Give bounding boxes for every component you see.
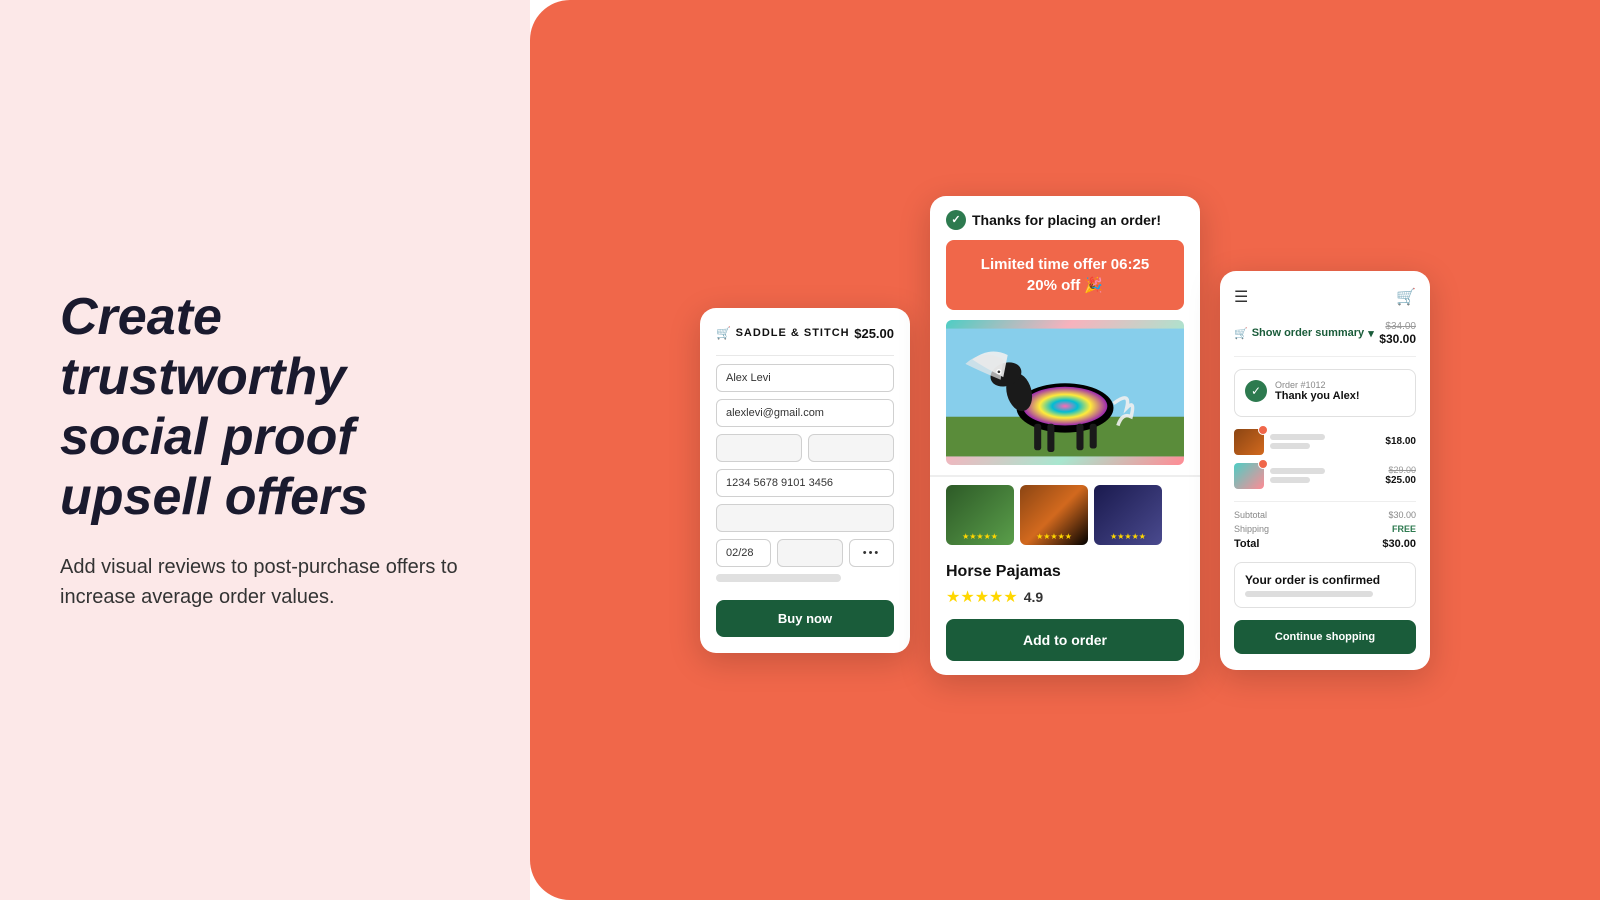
- card2-bottom: Horse Pajamas ★★★★★ 4.9 Add to order: [930, 553, 1200, 675]
- item2-bar1: [1270, 468, 1325, 474]
- check-circle-icon: ✓: [946, 210, 966, 230]
- left-content: Create trustworthy social proof upsell o…: [60, 288, 470, 611]
- order-info: Order #1012 Thank you Alex!: [1275, 380, 1360, 402]
- shipping-row: Shipping FREE: [1234, 524, 1416, 534]
- headline: Create trustworthy social proof upsell o…: [60, 288, 470, 527]
- product-name: Horse Pajamas: [946, 563, 1184, 581]
- shipping-val: FREE: [1392, 524, 1416, 534]
- item1-bar2: [1270, 443, 1310, 449]
- hamburger-icon[interactable]: ☰: [1234, 287, 1248, 307]
- item1-dot: [1258, 425, 1268, 435]
- offer-card: ✓ Thanks for placing an order! Limited t…: [930, 196, 1200, 675]
- price-current: $30.00: [1379, 332, 1416, 346]
- order-summary-prices: $34.00 $30.00: [1379, 321, 1416, 346]
- subtotal-row: Subtotal $30.00: [1234, 510, 1416, 520]
- thumbnails-row: ★★★★★ ★★★★★ ★★★★★: [930, 476, 1200, 553]
- month-field[interactable]: [777, 539, 843, 567]
- order-summary-row: 🛒 Show order summary ▾ $34.00 $30.00: [1234, 321, 1416, 357]
- item1-name-bars: [1270, 434, 1325, 449]
- rating-row: ★★★★★ 4.9: [946, 587, 1184, 607]
- thumbnail-3[interactable]: ★★★★★: [1094, 485, 1162, 545]
- item2-dot: [1258, 459, 1268, 469]
- total-row: Total $30.00: [1234, 538, 1416, 550]
- total-val: $30.00: [1382, 538, 1416, 550]
- offer-banner: Limited time offer 06:25 20% off 🎉: [946, 240, 1184, 310]
- cvv-field[interactable]: •••: [849, 539, 894, 567]
- right-panel: 🛒 SADDLE & STITCH $25.00 Alex Levi alexl…: [530, 0, 1600, 900]
- email-field[interactable]: alexlevi@gmail.com: [716, 399, 894, 427]
- placeholder-bar: [716, 574, 841, 582]
- card-number-field[interactable]: 1234 5678 9101 3456: [716, 469, 894, 497]
- item2-prices: $29.00 $25.00: [1385, 465, 1416, 486]
- item2-left: [1234, 463, 1325, 489]
- cart-small-icon: 🛒: [1234, 327, 1248, 340]
- order-summary-left[interactable]: 🛒 Show order summary ▾: [1234, 327, 1374, 340]
- thumbnail-1[interactable]: ★★★★★: [946, 485, 1014, 545]
- address-field[interactable]: [716, 504, 894, 532]
- thanks-text: Thanks for placing an order!: [972, 212, 1161, 228]
- cart-icon-card3[interactable]: 🛒: [1396, 287, 1416, 307]
- cart-icon-small: 🛒: [716, 326, 731, 340]
- order-item-1: $18.00: [1234, 429, 1416, 455]
- order-number: Order #1012: [1275, 380, 1360, 390]
- confirmed-card: ☰ 🛒 🛒 Show order summary ▾ $34.00 $30.00…: [1220, 271, 1430, 670]
- show-order-label: Show order summary: [1252, 327, 1364, 339]
- form-row-half: [716, 434, 894, 462]
- product-image-main: [946, 320, 1184, 465]
- continue-shopping-button[interactable]: Continue shopping: [1234, 620, 1416, 654]
- checkout-card: 🛒 SADDLE & STITCH $25.00 Alex Levi alexl…: [700, 308, 910, 653]
- field-half-1[interactable]: [716, 434, 802, 462]
- order-confirmed-box: ✓ Order #1012 Thank you Alex!: [1234, 369, 1416, 417]
- offer-line1: Limited time offer 06:25: [956, 254, 1174, 275]
- item1-image: [1234, 429, 1264, 455]
- left-panel: Create trustworthy social proof upsell o…: [0, 0, 530, 900]
- confirmed-title: Your order is confirmed: [1245, 573, 1405, 587]
- item1-left: [1234, 429, 1325, 455]
- total-label: Total: [1234, 538, 1259, 550]
- product-stars: ★★★★★: [946, 587, 1018, 607]
- item2-price: $25.00: [1385, 475, 1416, 486]
- subtotal-label: Subtotal: [1234, 510, 1267, 520]
- thumb3-stars: ★★★★★: [1110, 532, 1146, 541]
- item1-price: $18.00: [1385, 436, 1416, 447]
- order-items: $18.00 $29.00 $25.00: [1234, 429, 1416, 489]
- order-totals: Subtotal $30.00 Shipping FREE Total $30.…: [1234, 501, 1416, 550]
- item2-name-bars: [1270, 468, 1325, 483]
- field-half-2[interactable]: [808, 434, 894, 462]
- thumbnail-2[interactable]: ★★★★★: [1020, 485, 1088, 545]
- confirmed-section: Your order is confirmed: [1234, 562, 1416, 608]
- thumb2-stars: ★★★★★: [1036, 532, 1072, 541]
- expiry-field[interactable]: 02/28: [716, 539, 771, 567]
- add-to-order-button[interactable]: Add to order: [946, 619, 1184, 661]
- order-check-row: ✓ Order #1012 Thank you Alex!: [1245, 380, 1405, 402]
- name-field[interactable]: Alex Levi: [716, 364, 894, 392]
- item2-price-original: $29.00: [1385, 465, 1416, 475]
- item1-bar1: [1270, 434, 1325, 440]
- offer-card-top: ✓ Thanks for placing an order! Limited t…: [930, 196, 1200, 476]
- card3-header: ☰ 🛒: [1234, 287, 1416, 307]
- thumb1-stars: ★★★★★: [962, 532, 998, 541]
- divider: [716, 355, 894, 356]
- card1-header: 🛒 SADDLE & STITCH $25.00: [716, 326, 894, 341]
- card-details-row: 02/28 •••: [716, 539, 894, 567]
- store-logo: SADDLE & STITCH: [736, 327, 850, 339]
- thanks-bar: ✓ Thanks for placing an order!: [946, 210, 1184, 230]
- subtotal-val: $30.00: [1388, 510, 1416, 520]
- item2-image: [1234, 463, 1264, 489]
- subtext: Add visual reviews to post-purchase offe…: [60, 552, 470, 612]
- shipping-label: Shipping: [1234, 524, 1269, 534]
- offer-line2: 20% off 🎉: [956, 275, 1174, 296]
- confirmed-bar: [1245, 591, 1373, 597]
- order-item-2: $29.00 $25.00: [1234, 463, 1416, 489]
- chevron-down-icon: ▾: [1368, 327, 1374, 340]
- rating-number: 4.9: [1024, 589, 1043, 605]
- checkout-price: $25.00: [854, 326, 894, 341]
- check-circle-green: ✓: [1245, 380, 1267, 402]
- buy-now-button[interactable]: Buy now: [716, 600, 894, 637]
- thank-you: Thank you Alex!: [1275, 390, 1360, 402]
- item2-bar2: [1270, 477, 1310, 483]
- price-original: $34.00: [1379, 321, 1416, 332]
